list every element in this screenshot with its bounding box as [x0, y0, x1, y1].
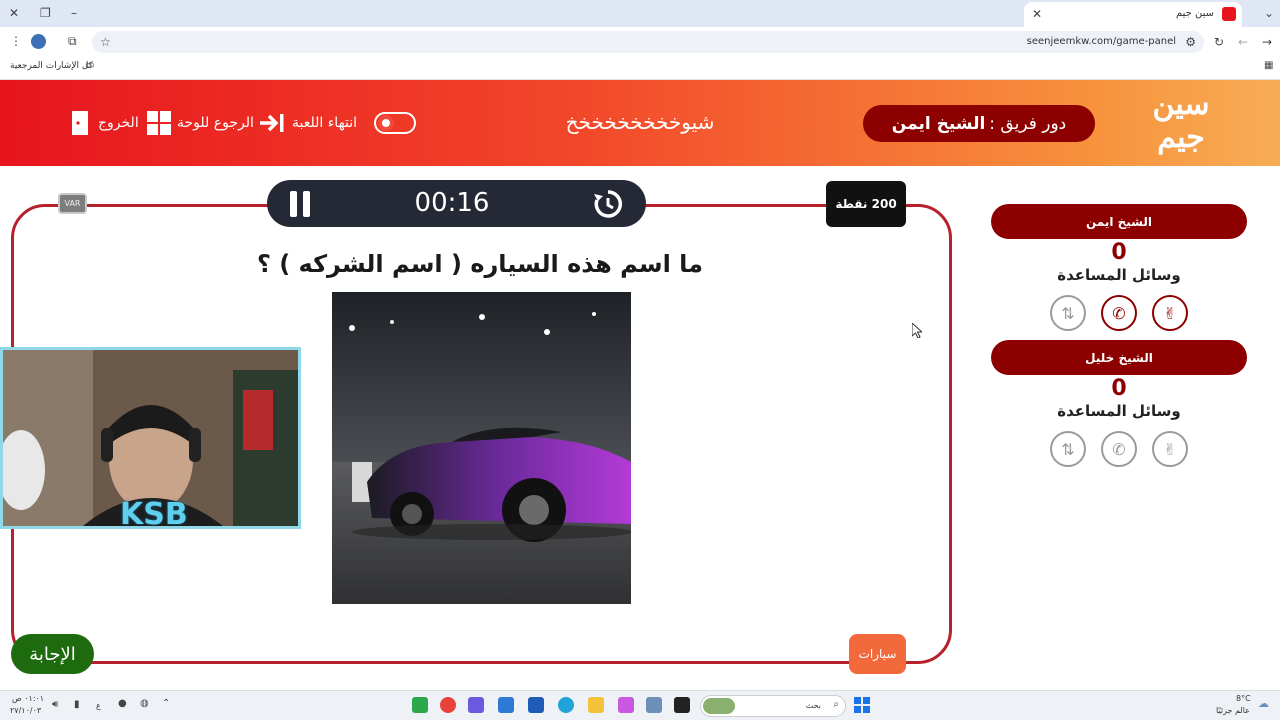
- menu-kebab-icon[interactable]: ⋮: [10, 35, 22, 47]
- weather-cloud-icon: ☁: [1258, 697, 1269, 710]
- volume-icon[interactable]: 🔊︎: [52, 700, 58, 710]
- board-grid-icon: [147, 111, 171, 135]
- category-badge: سيارات: [849, 634, 906, 674]
- outlook-icon[interactable]: [498, 697, 514, 713]
- tray-chevron-icon[interactable]: ⌃: [162, 699, 170, 709]
- clock-time[interactable]: ٠١:٠١ ص: [12, 694, 44, 703]
- file-explorer-icon[interactable]: [588, 697, 604, 713]
- search-placeholder: بحث: [805, 701, 821, 710]
- game-name: شيوخخخخخخخخخ: [565, 110, 715, 134]
- answer-button[interactable]: الإجابة: [11, 634, 94, 674]
- copilot-icon[interactable]: [618, 697, 634, 713]
- team-1-swap-icon[interactable]: ⇅: [1050, 295, 1086, 331]
- reload-icon[interactable]: ↻: [1214, 36, 1224, 48]
- question-points: 200 نقطة: [826, 181, 906, 227]
- all-bookmarks-label[interactable]: كل الإشارات المرجعية: [10, 61, 93, 71]
- pause-icon[interactable]: [289, 191, 311, 217]
- team-2-aids-label: وسائل المساعدة: [1057, 402, 1181, 420]
- team-1-score: 0: [1111, 240, 1127, 265]
- store-icon[interactable]: [528, 697, 544, 713]
- back-icon[interactable]: →: [1262, 36, 1272, 48]
- search-highlight-image: [703, 698, 735, 714]
- omnibox[interactable]: ☆ seenjeemkw.com/game-panel ⚙: [92, 31, 1204, 53]
- back-to-board-button[interactable]: الرجوع للوحة: [147, 108, 254, 138]
- forward-icon[interactable]: ←: [1238, 36, 1248, 48]
- ksb-overlay-logo: KSB: [120, 497, 188, 532]
- microphone-icon[interactable]: ●: [118, 699, 127, 709]
- windows-start-icon[interactable]: [854, 697, 870, 713]
- team-1-phone-icon[interactable]: ✆: [1101, 295, 1137, 331]
- url-text[interactable]: seenjeemkw.com/game-panel: [1027, 36, 1176, 47]
- app-game-icon[interactable]: [412, 697, 428, 713]
- team-2-bar: الشيخ خليل: [991, 340, 1247, 375]
- back-to-board-label: الرجوع للوحة: [177, 115, 254, 131]
- extensions-icon[interactable]: ⧉: [68, 35, 77, 47]
- weather-temp[interactable]: 8°C: [1236, 694, 1251, 703]
- team-2-phone-icon[interactable]: ✆: [1101, 431, 1137, 467]
- exit-button[interactable]: الخروج: [70, 108, 139, 138]
- turn-indicator: دور فريق : الشيخ ايمن: [863, 105, 1095, 142]
- team-2-peace-hand-icon[interactable]: ✌: [1152, 431, 1188, 467]
- arrow-to-line-icon: [260, 114, 284, 132]
- var-badge[interactable]: VAR: [58, 193, 87, 214]
- folder-icon: ▭: [85, 60, 95, 71]
- bookmarks-bar: [0, 57, 1280, 80]
- minimize-window-icon[interactable]: –: [71, 7, 77, 19]
- profile-avatar[interactable]: [31, 34, 46, 49]
- site-favicon-icon: [1222, 7, 1236, 21]
- team-1-aids-label: وسائل المساعدة: [1057, 266, 1181, 284]
- chrome-icon[interactable]: [440, 697, 456, 713]
- car-photo: [332, 292, 631, 604]
- end-game-label: انتهاء اللعبة: [292, 115, 358, 131]
- network-icon[interactable]: ◍: [140, 699, 149, 709]
- close-window-icon[interactable]: ✕: [9, 7, 19, 19]
- tab-title: سين جيم: [1175, 8, 1214, 19]
- restore-window-icon[interactable]: ❐: [40, 7, 51, 19]
- turn-team: الشيخ ايمن: [891, 113, 986, 134]
- team-2-swap-icon[interactable]: ⇅: [1050, 431, 1086, 467]
- photos-icon[interactable]: [646, 697, 662, 713]
- edge-icon[interactable]: [558, 697, 574, 713]
- toggle-knob: [378, 115, 394, 131]
- bookmark-star-icon[interactable]: ☆: [100, 36, 111, 48]
- apps-grid-icon[interactable]: ▦: [1264, 61, 1273, 71]
- site-settings-icon[interactable]: ⚙: [1185, 36, 1196, 48]
- turn-prefix: دور فريق :: [989, 113, 1067, 134]
- reset-timer-icon[interactable]: [592, 188, 624, 220]
- tab-search-icon[interactable]: ⌄: [1264, 7, 1274, 19]
- mouse-cursor-icon: [912, 323, 922, 338]
- timer-value: 00:16: [414, 188, 490, 218]
- taskbar-search[interactable]: بحث ⌕: [700, 695, 846, 717]
- browser-tab[interactable]: ✕ سين جيم: [1024, 2, 1242, 27]
- discord-icon[interactable]: [468, 697, 484, 713]
- terminal-icon[interactable]: [674, 697, 690, 713]
- question-text: ما اسم هذه السياره ( اسم الشركه ) ؟: [256, 250, 704, 278]
- team-1-bar: الشيخ ايمن: [991, 204, 1247, 239]
- exit-door-icon: [72, 111, 88, 135]
- taskbar: [0, 690, 1280, 720]
- team-1-peace-hand-icon[interactable]: ✌: [1152, 295, 1188, 331]
- end-game-button[interactable]: انتهاء اللعبة: [258, 108, 357, 138]
- search-icon: ⌕: [833, 699, 839, 710]
- question-image: [332, 292, 631, 604]
- battery-icon[interactable]: ▮: [74, 700, 80, 710]
- weather-label[interactable]: عالم جزئيًا: [1216, 706, 1250, 715]
- clock-date[interactable]: ٢٧/١٠/٠٣: [10, 706, 41, 715]
- input-language[interactable]: ع: [96, 701, 101, 710]
- close-tab-icon[interactable]: ✕: [1032, 8, 1042, 20]
- exit-label: الخروج: [98, 115, 139, 131]
- seen-jeem-logo: سين جيم: [1152, 87, 1210, 155]
- team-2-score: 0: [1111, 376, 1127, 401]
